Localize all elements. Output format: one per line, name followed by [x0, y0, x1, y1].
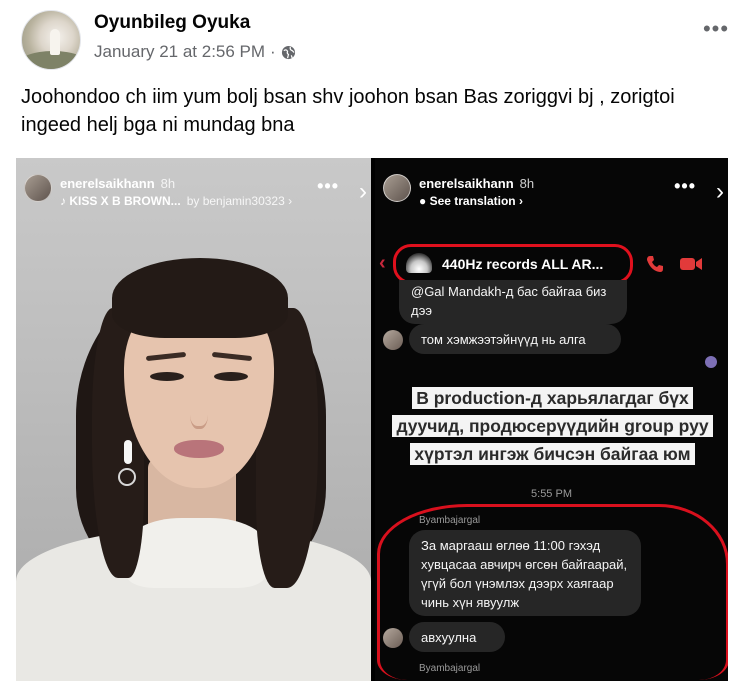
story-next-button[interactable]: › — [716, 178, 724, 206]
phone-icon[interactable] — [645, 254, 665, 274]
story-right[interactable]: enerelsaikhann 8h ● See translation › •••… — [375, 158, 728, 681]
music-artist[interactable]: by benjamin30323 › — [187, 194, 292, 208]
author-name[interactable]: Oyunbileg Oyuka — [94, 12, 250, 34]
story-caption: В production-д харьялагдаг бүх дуучид, п… — [381, 384, 724, 468]
group-name-highlight: 440Hz records ALL AR... — [393, 244, 633, 284]
message-bubble: За маргааш өглөө 11:00 гэхэд хувцасаа ав… — [409, 530, 641, 616]
chat-back-button[interactable]: ‹ — [379, 252, 386, 275]
story-photo — [16, 218, 371, 681]
story-music[interactable]: ♪ KISS X B BROWN... by benjamin30323 › — [60, 194, 292, 208]
seen-avatar — [705, 356, 717, 368]
earpod — [124, 440, 132, 464]
story-username[interactable]: enerelsaikhann 8h — [419, 176, 534, 191]
earring — [118, 468, 136, 486]
story-right-header: enerelsaikhann 8h ● See translation › •••… — [375, 172, 728, 214]
story-age: 8h — [160, 176, 176, 191]
author-avatar[interactable] — [21, 10, 81, 70]
collar — [126, 518, 266, 588]
sender-avatar — [383, 628, 403, 648]
sender-name: Byambajargal — [419, 663, 481, 674]
post-text: Joohondoo ch iim yum bolj bsan shv jooho… — [21, 86, 675, 136]
post-header: Oyunbileg Oyuka January 21 at 2:56 PM · … — [21, 10, 731, 70]
globe-icon — [281, 45, 295, 59]
story-options-button[interactable]: ••• — [674, 176, 696, 197]
story-username-text[interactable]: enerelsaikhann — [60, 176, 155, 191]
story-left-header: enerelsaikhann 8h ♪ KISS X B BROWN... by b… — [16, 172, 371, 214]
message-bubble: том хэмжээтэйнүүд нь алга — [409, 324, 621, 354]
story-username[interactable]: enerelsaikhann 8h — [60, 176, 175, 191]
group-name[interactable]: 440Hz records ALL AR... — [442, 256, 603, 272]
music-title[interactable]: ♪ KISS X B BROWN... — [60, 194, 181, 208]
nose — [190, 393, 208, 429]
chat-timestamp: 5:55 PM — [531, 488, 572, 500]
bangs — [112, 258, 288, 338]
video-camera-icon[interactable] — [679, 256, 703, 272]
sender-name: Byambajargal — [419, 515, 481, 526]
story-options-button[interactable]: ••• — [317, 176, 339, 197]
post-media[interactable]: enerelsaikhann 8h ♪ KISS X B BROWN... by b… — [16, 158, 728, 681]
see-translation-link[interactable]: ● See translation › — [419, 194, 523, 208]
meta-separator: · — [270, 42, 276, 61]
story-avatar[interactable] — [24, 174, 52, 202]
story-age: 8h — [519, 176, 535, 191]
story-left[interactable]: enerelsaikhann 8h ♪ KISS X B BROWN... by b… — [16, 158, 371, 681]
story-next-button[interactable]: › — [359, 178, 367, 206]
avatar-figure — [50, 29, 60, 55]
eye-left — [150, 372, 184, 381]
group-avatar-icon — [406, 253, 432, 273]
eye-right — [214, 372, 248, 381]
post-meta: January 21 at 2:56 PM · — [94, 42, 296, 62]
lips — [174, 440, 224, 458]
message-bubble: @Gal Mandakh-д бас байгаа биз дээ — [399, 280, 627, 324]
story-avatar[interactable] — [383, 174, 411, 202]
story-username-text[interactable]: enerelsaikhann — [419, 176, 514, 191]
post-timestamp[interactable]: January 21 at 2:56 PM — [94, 42, 265, 62]
message-bubble: авхуулна — [409, 622, 505, 652]
post-options-button[interactable]: ••• — [701, 18, 731, 42]
story-caption-text: В production-д харьялагдаг бүх дуучид, п… — [392, 387, 713, 465]
sender-avatar — [383, 330, 403, 350]
